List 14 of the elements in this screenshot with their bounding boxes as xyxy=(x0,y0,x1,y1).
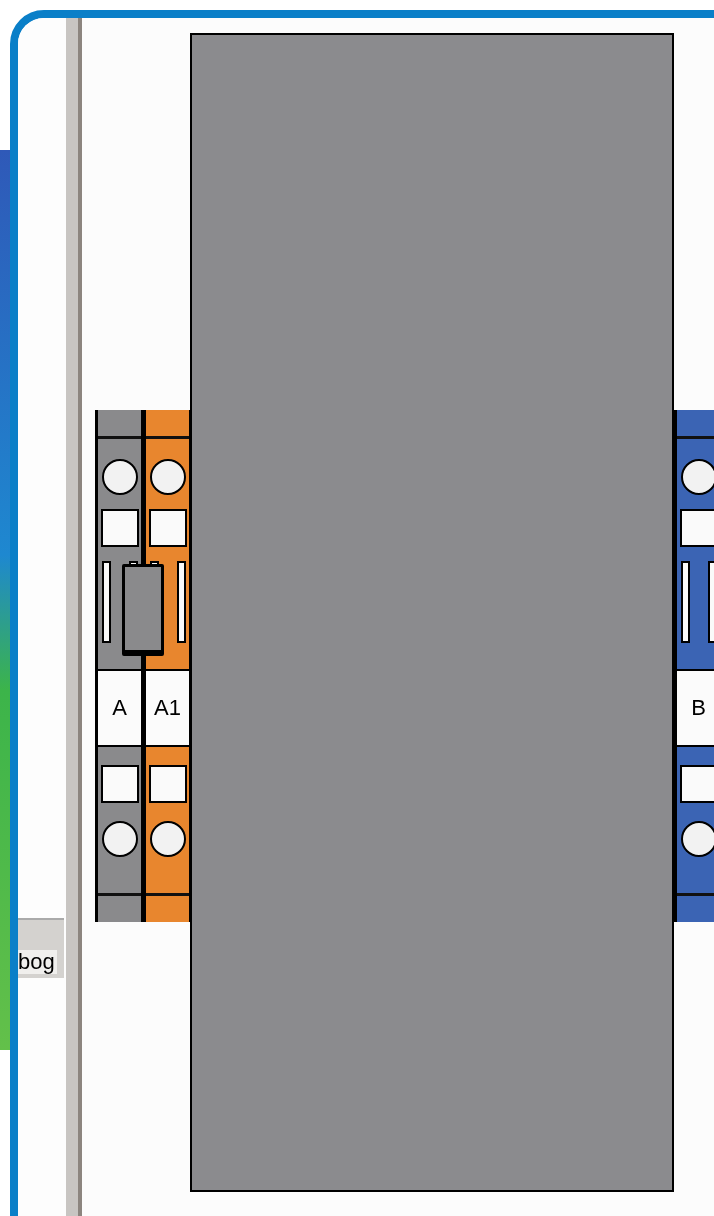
clamp-icon xyxy=(100,509,139,547)
splitter-bar[interactable] xyxy=(66,18,82,1216)
clamp-icon xyxy=(100,765,139,803)
clamp-icon xyxy=(148,509,187,547)
screw-icon xyxy=(101,459,138,495)
clamp-icon xyxy=(148,765,187,803)
terminal-label: B xyxy=(691,695,706,721)
panel-tab[interactable]: bog xyxy=(18,918,64,978)
screw-icon xyxy=(149,459,186,495)
terminal-label: A1 xyxy=(154,695,181,721)
screw-icon xyxy=(101,821,138,857)
terminal-label: A xyxy=(112,695,127,721)
tab-label: bog xyxy=(18,950,57,974)
screw-icon xyxy=(149,821,186,857)
